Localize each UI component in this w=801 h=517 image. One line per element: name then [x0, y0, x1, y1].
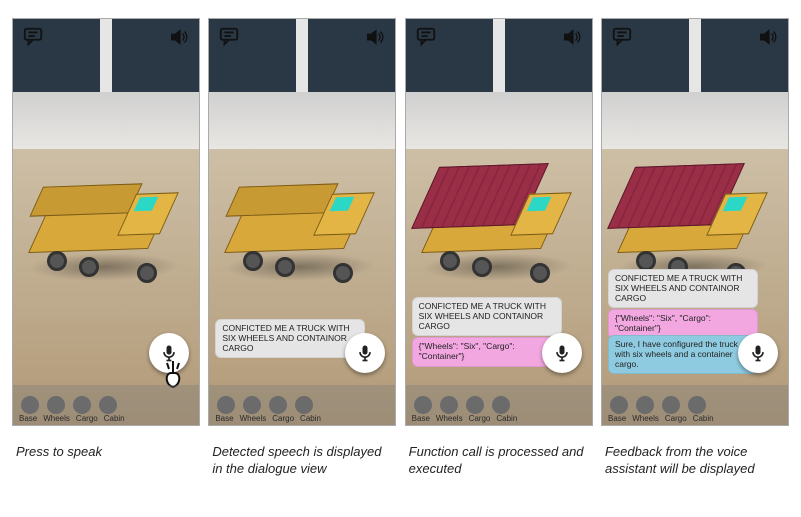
config-slot-labels: Base Wheels Cargo Cabin	[19, 414, 125, 423]
config-slot-dot[interactable]	[636, 396, 654, 414]
microphone-button[interactable]	[542, 333, 582, 373]
speech-transcript-bubble: CONFICTED ME A TRUCK WITH SIX WHEELS AND…	[215, 319, 365, 358]
config-slot-dot[interactable]	[73, 396, 91, 414]
config-slot-label: Cargo	[665, 414, 687, 423]
chat-icon[interactable]	[19, 25, 47, 49]
figure-panel: CONFICTED ME A TRUCK WITH SIX WHEELS AND…	[208, 18, 396, 478]
chat-icon[interactable]	[412, 25, 440, 49]
function-call-bubble: {"Wheels": "Six", "Cargo": "Container"}	[412, 337, 562, 367]
config-slot-bar: Base Wheels Cargo Cabin	[209, 385, 395, 425]
phone-screen: CONFICTED ME A TRUCK WITH SIX WHEELS AND…	[601, 18, 789, 426]
config-slot-label: Cargo	[469, 414, 491, 423]
config-slot-dot[interactable]	[414, 396, 432, 414]
panel-caption: Feedback from the voice assistant will b…	[601, 444, 789, 478]
config-slot-label: Base	[608, 414, 626, 423]
config-slot-bar: Base Wheels Cargo Cabin	[406, 385, 592, 425]
config-slot-dot[interactable]	[688, 396, 706, 414]
speaker-icon[interactable]	[165, 25, 193, 49]
config-slot-label: Cabin	[693, 414, 714, 423]
config-slot-dot[interactable]	[99, 396, 117, 414]
config-slot-labels: Base Wheels Cargo Cabin	[412, 414, 518, 423]
config-slot-labels: Base Wheels Cargo Cabin	[215, 414, 321, 423]
config-slot-label: Cabin	[300, 414, 321, 423]
figure-panel: CONFICTED ME A TRUCK WITH SIX WHEELS AND…	[405, 18, 593, 478]
config-slot-dot[interactable]	[466, 396, 484, 414]
config-slot-dot[interactable]	[610, 396, 628, 414]
config-slot-dot[interactable]	[492, 396, 510, 414]
config-slot-label: Wheels	[240, 414, 267, 423]
config-slot-label: Base	[19, 414, 37, 423]
config-slot-label: Base	[215, 414, 233, 423]
config-slot-label: Cargo	[272, 414, 294, 423]
ar-truck-model	[215, 159, 391, 289]
speaker-icon[interactable]	[754, 25, 782, 49]
config-slot-dot[interactable]	[440, 396, 458, 414]
config-slot-label: Cargo	[76, 414, 98, 423]
config-slot-labels: Base Wheels Cargo Cabin	[608, 414, 714, 423]
config-slot-dot[interactable]	[217, 396, 235, 414]
speech-transcript-bubble: CONFICTED ME A TRUCK WITH SIX WHEELS AND…	[608, 269, 758, 308]
microphone-button[interactable]	[738, 333, 778, 373]
figure-panel: CONFICTED ME A TRUCK WITH SIX WHEELS AND…	[601, 18, 789, 478]
config-slot-dot[interactable]	[662, 396, 680, 414]
config-slot-dot[interactable]	[295, 396, 313, 414]
microphone-button[interactable]	[345, 333, 385, 373]
assistant-reply-bubble: Sure, I have configured the truck with s…	[608, 335, 758, 374]
config-slot-dot[interactable]	[21, 396, 39, 414]
config-slot-label: Wheels	[632, 414, 659, 423]
config-slot-dot[interactable]	[47, 396, 65, 414]
config-slot-label: Wheels	[43, 414, 70, 423]
ar-truck-model	[19, 159, 195, 289]
phone-screen: CONFICTED ME A TRUCK WITH SIX WHEELS AND…	[208, 18, 396, 426]
panel-caption: Function call is processed and executed	[405, 444, 593, 478]
config-slot-label: Wheels	[436, 414, 463, 423]
panel-caption: Press to speak	[12, 444, 200, 461]
ar-truck-model	[412, 159, 588, 289]
config-slot-bar: Base Wheels Cargo Cabin	[602, 385, 788, 425]
config-slot-bar: Base Wheels Cargo Cabin	[13, 385, 199, 425]
chat-icon[interactable]	[608, 25, 636, 49]
config-slot-label: Cabin	[496, 414, 517, 423]
speaker-icon[interactable]	[361, 25, 389, 49]
config-slot-label: Base	[412, 414, 430, 423]
config-slot-dot[interactable]	[269, 396, 287, 414]
panel-caption: Detected speech is displayed in the dial…	[208, 444, 396, 478]
speech-transcript-bubble: CONFICTED ME A TRUCK WITH SIX WHEELS AND…	[412, 297, 562, 336]
phone-screen: Base Wheels Cargo Cabin	[12, 18, 200, 426]
chat-icon[interactable]	[215, 25, 243, 49]
phone-screen: CONFICTED ME A TRUCK WITH SIX WHEELS AND…	[405, 18, 593, 426]
speaker-icon[interactable]	[558, 25, 586, 49]
config-slot-label: Cabin	[104, 414, 125, 423]
figure-panel: Base Wheels Cargo Cabin Press to speak	[12, 18, 200, 478]
config-slot-dot[interactable]	[243, 396, 261, 414]
